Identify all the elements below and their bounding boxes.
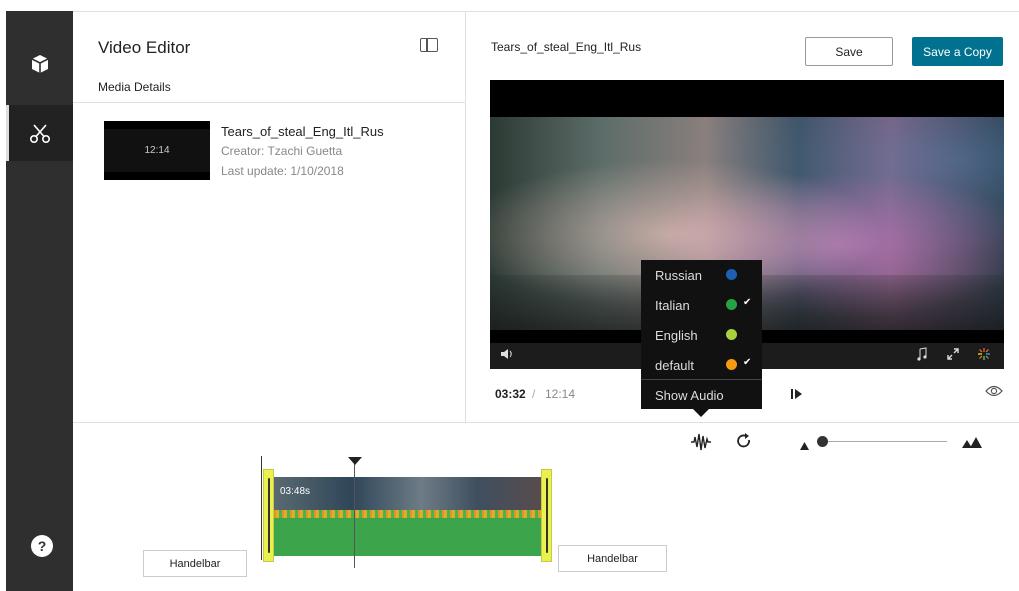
show-audio-label: Show Audio — [655, 387, 724, 403]
track-color-dot — [726, 359, 737, 370]
trim-handle-left[interactable] — [263, 469, 274, 562]
refresh-icon[interactable] — [736, 432, 752, 455]
right-handle-label: Handelbar — [558, 545, 667, 572]
menu-item-default[interactable]: default — [655, 356, 694, 374]
menu-item-label: Russian — [655, 267, 702, 283]
audio-track-menu: Russian Italian ✔ English default ✔ Show… — [641, 260, 762, 417]
menu-item-label: default — [655, 357, 695, 373]
media-name: Tears_of_steal_Eng_Itl_Rus — [221, 124, 384, 139]
media-creator: Creator: Tzachi Guetta — [221, 144, 343, 158]
thumbnail-duration: 12:14 — [144, 145, 170, 156]
menu-item-label: Italian — [655, 297, 690, 313]
current-time: 03:32 — [495, 387, 526, 401]
zoom-in-icon[interactable] — [962, 435, 982, 453]
save-copy-button[interactable]: Save a Copy — [912, 37, 1003, 66]
video-title: Tears_of_steal_Eng_Itl_Rus — [491, 40, 642, 54]
timeline-divider — [73, 422, 1019, 423]
trim-handle-right[interactable] — [541, 469, 552, 562]
save-button[interactable]: Save — [805, 37, 893, 66]
total-time: 12:14 — [545, 387, 576, 401]
color-wheel-icon[interactable] — [977, 347, 991, 364]
media-details-heading: Media Details — [98, 80, 171, 94]
media-thumbnail[interactable]: 12:14 — [104, 121, 210, 180]
volume-icon[interactable] — [500, 347, 514, 364]
menu-divider — [641, 379, 762, 380]
cube-icon[interactable] — [6, 36, 73, 92]
media-panel: Video Editor Media Details 12:14 Tears_o… — [73, 12, 466, 422]
audio-waveform — [268, 510, 547, 556]
left-handle-label: Handelbar — [143, 550, 247, 577]
menu-item-russian[interactable]: Russian — [655, 266, 702, 284]
clip-time: 03:48s — [280, 486, 311, 497]
zoom-slider-track[interactable] — [821, 441, 947, 442]
menu-pointer — [693, 409, 709, 417]
check-icon: ✔ — [743, 357, 752, 368]
page-title: Video Editor — [98, 38, 191, 57]
track-color-dot — [726, 299, 737, 310]
timeline-start-marker — [261, 456, 262, 560]
time-separator: / — [532, 387, 536, 401]
menu-item-label: English — [655, 327, 698, 343]
track-color-dot — [726, 329, 737, 340]
track-color-dot — [726, 269, 737, 280]
help-icon[interactable]: ? — [31, 535, 53, 557]
check-icon: ✔ — [743, 297, 752, 308]
divider — [73, 102, 465, 103]
zoom-out-icon[interactable] — [800, 437, 809, 455]
sidebar: ? — [6, 11, 73, 591]
menu-item-italian[interactable]: Italian — [655, 296, 690, 314]
scissors-icon[interactable] — [6, 105, 73, 161]
music-note-icon[interactable] — [916, 347, 928, 364]
menu-item-english[interactable]: English — [655, 326, 698, 344]
eye-icon[interactable] — [985, 384, 1003, 403]
zoom-slider-handle[interactable] — [817, 436, 828, 447]
step-forward-icon[interactable] — [791, 388, 803, 403]
expand-icon[interactable] — [946, 347, 960, 364]
timeline-clip[interactable]: 03:48s — [268, 477, 547, 556]
playhead-marker[interactable] — [348, 457, 362, 465]
show-audio-item[interactable]: Show Audio — [655, 386, 724, 404]
waveform-icon[interactable] — [690, 432, 712, 457]
split-panel-icon[interactable] — [420, 38, 438, 52]
playhead-line[interactable] — [354, 460, 355, 568]
media-last-update: Last update: 1/10/2018 — [221, 164, 344, 178]
